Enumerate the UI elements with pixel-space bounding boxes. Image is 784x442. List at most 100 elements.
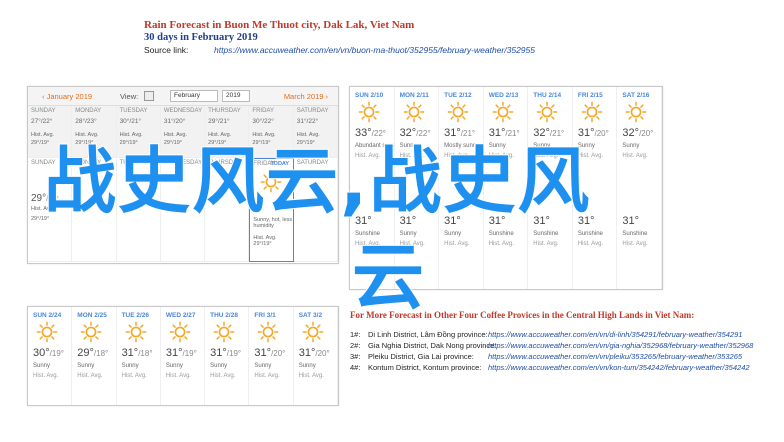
forecast-description: Sunny — [210, 363, 228, 369]
sun-icon — [258, 321, 279, 343]
forecast-temp-high: 30° — [33, 347, 50, 359]
forecast-day-label: SUN 2/10 — [355, 92, 384, 99]
view-label: View: — [120, 92, 139, 101]
forecast-temp-high: 32° — [622, 127, 640, 139]
forecast-link[interactable]: https://www.accuweather.com/en/vn/di-lin… — [488, 330, 742, 339]
forecast-temp-line: 32°/20° — [622, 127, 653, 139]
source-label: Source link: — [144, 45, 189, 55]
forecast-day-card[interactable]: FRI 3/1 31°/20° Sunny Hist. Avg. — [249, 307, 294, 405]
sun-icon — [169, 321, 191, 343]
forecast-day-card[interactable]: TUE 2/26 31°/18° Sunny Hist. Avg. — [117, 307, 161, 405]
weather-icon-wrap — [536, 101, 558, 123]
forecast-day-label: WED 2/27 — [165, 312, 196, 319]
weekday-label: TUESDAY — [119, 108, 148, 114]
forecast-day-label: MON 2/11 — [399, 92, 429, 99]
weather-icon-wrap — [403, 101, 425, 123]
weather-icon-wrap — [492, 101, 514, 123]
forecast-description: Sunny — [165, 363, 183, 369]
weekday-label: THURSDAY — [208, 108, 241, 114]
forecast-temp-low: /19° — [182, 349, 197, 358]
calendar-view-icon[interactable] — [144, 91, 154, 101]
forecast-description: Sunshine — [577, 231, 603, 237]
hist-avg-label: Hist. Avg. — [577, 241, 604, 247]
forecast-description: Sunny — [254, 363, 272, 369]
hist-avg-label: Hist. Avg. — [165, 373, 192, 379]
link-location-name: Gia Nghia District, Dak Nong province: — [368, 341, 497, 350]
link-location-name: Pleiku District, Gia Lai province: — [368, 352, 474, 361]
forecast-temp-high: 31° — [121, 347, 139, 359]
sun-icon — [213, 321, 235, 343]
forecast-temp-high: 31° — [165, 347, 183, 359]
forecast-temp-high: 31° — [622, 215, 640, 227]
hist-avg-label: Hist. Avg. — [622, 241, 648, 247]
forecast-day-card[interactable]: SAT 2/16 32°/20° Sunny Hist. Avg. — [617, 87, 662, 167]
forecast-link[interactable]: https://www.accuweather.com/en/vn/pleiku… — [488, 352, 742, 361]
forecast-day-label: SAT 3/2 — [298, 312, 323, 319]
forecast-day-card[interactable]: SUN 2/24 30°/19° Sunny Hist. Avg. — [28, 307, 73, 405]
forecast-temp-low: /20° — [315, 349, 330, 358]
forecast-temp-high: 31° — [210, 347, 227, 359]
weekday-label: FRIDAY — [252, 108, 274, 114]
prev-month-link[interactable]: ‹ January 2019 — [42, 92, 92, 101]
forecast-description: Sunny — [444, 231, 462, 237]
forecast-day-card[interactable]: WED 2/27 31°/19° Sunny Hist. Avg. — [161, 307, 206, 405]
year-select[interactable]: 2019 — [222, 90, 250, 102]
next-month-link[interactable]: March 2019 › — [284, 92, 328, 101]
forecast-temp-line: 31°/19° — [166, 347, 197, 359]
hist-avg-label: Hist. Avg. — [488, 241, 514, 247]
forecast-description: Sunny — [33, 363, 51, 369]
link-number: 1#: — [350, 330, 361, 339]
hist-avg-label: Hist. Avg. — [121, 373, 147, 379]
hist-avg-label: Hist. Avg. — [444, 241, 470, 247]
weather-icon-wrap — [447, 101, 469, 123]
forecast-temp-low: /18° — [138, 349, 153, 358]
forecast-link[interactable]: https://www.accuweather.com/en/vn/gia-ng… — [488, 341, 753, 350]
forecast-day-label: MON 2/25 — [77, 312, 107, 319]
forecast-temp-line: 31°/18° — [122, 347, 153, 359]
forecast-temp-high: 29° — [77, 347, 94, 359]
forecast-day-label: WED 2/13 — [488, 92, 519, 99]
forecast-temp-low: /19° — [49, 349, 64, 358]
forecast-temp-low: /18° — [93, 349, 109, 358]
sun-icon — [80, 321, 102, 343]
forecast-temp-line: 29°/18° — [77, 347, 108, 359]
watermark-text-line-2: 云 — [351, 234, 425, 320]
weekday-label: WEDNESDAY — [163, 108, 203, 114]
sun-icon — [447, 101, 469, 123]
weather-icon-wrap — [302, 321, 324, 343]
forecast-temp-high: 31° — [254, 347, 272, 359]
forecast-link[interactable]: https://www.accuweather.com/en/vn/kon-tu… — [488, 363, 750, 372]
forecast-description: Sunny — [622, 143, 640, 149]
forecast-temp-line: 31°/19° — [210, 347, 241, 359]
forecast-day-label: THU 2/28 — [210, 312, 238, 319]
link-number: 4#: — [350, 363, 361, 372]
forecast-day-card[interactable]: SAT 3/2 31°/20° Sunny Hist. Avg. — [294, 307, 338, 405]
forecast-day-label: SAT 2/16 — [622, 92, 650, 99]
link-location-name: Kontum District, Kontum province: — [368, 363, 482, 372]
hist-avg-label: Hist. Avg. — [254, 373, 280, 379]
calendar-nav-bar: ‹ January 2019 View: February 2019 March… — [28, 87, 338, 106]
weather-icon-wrap — [80, 321, 102, 343]
watermark-text-line-1: 战史风云,战史风 — [43, 138, 592, 224]
source-line: Source link: https://www.accuweather.com… — [144, 45, 535, 55]
weather-icon-wrap — [581, 101, 603, 123]
hist-avg-label: Hist. Avg. — [622, 153, 648, 159]
forecast-temp-low: /20° — [271, 349, 286, 358]
hist-avg-label: Hist. Avg. — [33, 373, 59, 379]
forecast-day-card[interactable]: THU 2/28 31°/19° Sunny Hist. Avg. — [205, 307, 250, 405]
forecast-day-card[interactable]: 31° Sunshine Hist. Avg. — [617, 167, 662, 289]
forecast-description: Sunshine — [533, 231, 559, 237]
forecast-screenshot-bottom: SUN 2/24 30°/19° Sunny Hist. Avg. MON 2/25 29… — [27, 306, 339, 406]
weather-icon-wrap — [125, 321, 147, 343]
document-subtitle: 30 days in February 2019 — [144, 32, 258, 43]
sun-icon — [302, 321, 324, 343]
weather-icon-wrap — [169, 321, 191, 343]
source-link[interactable]: https://www.accuweather.com/en/vn/buon-m… — [214, 45, 535, 55]
forecast-temp-line: 31° — [622, 215, 639, 227]
forecast-temp-low: /19° — [226, 349, 242, 358]
forecast-day-card[interactable]: MON 2/25 29°/18° Sunny Hist. Avg. — [72, 307, 117, 405]
link-number: 3#: — [350, 352, 361, 361]
month-select[interactable]: February — [170, 90, 218, 102]
hist-avg-label: Hist. Avg. — [77, 373, 103, 379]
forecast-temp-high: 31° — [298, 347, 316, 359]
